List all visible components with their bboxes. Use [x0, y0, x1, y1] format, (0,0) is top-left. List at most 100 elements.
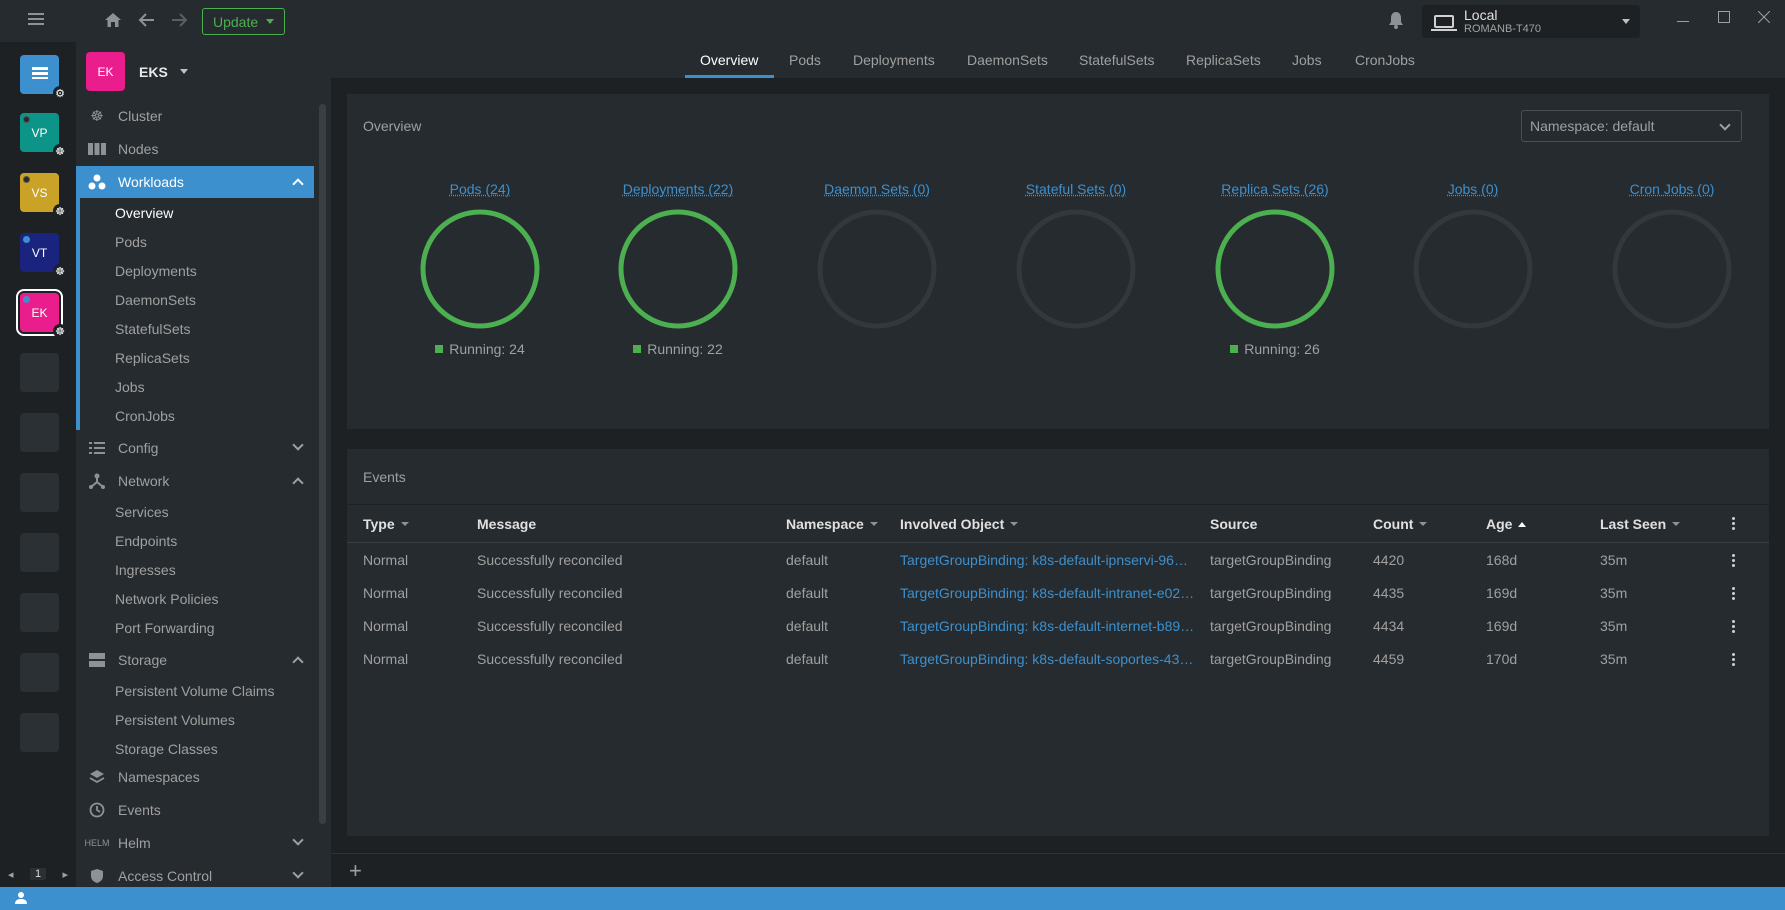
hotbar-empty-slot[interactable] [20, 533, 59, 572]
sidebar-subitem-network-policies[interactable]: Network Policies [76, 584, 314, 613]
sidebar-item-network[interactable]: Network [76, 465, 314, 497]
cell-object[interactable]: TargetGroupBinding: k8s-default-ipnservi… [900, 552, 1195, 568]
close-icon[interactable] [1757, 10, 1771, 28]
forward-arrow-icon[interactable] [170, 12, 188, 28]
bell-icon[interactable] [1388, 11, 1404, 32]
sidebar-subitem-replicasets[interactable]: ReplicaSets [76, 343, 314, 372]
column-namespace[interactable]: Namespace [786, 516, 878, 532]
table-row[interactable]: Normal Successfully reconciled default Targ… [347, 610, 1769, 643]
sidebar-item-config[interactable]: Config [76, 432, 314, 464]
column-involved-object[interactable]: Involved Object [900, 516, 1019, 532]
column-age[interactable]: Age [1486, 516, 1527, 532]
sidebar-subitem-daemonsets[interactable]: DaemonSets [76, 285, 314, 314]
cluster-header[interactable]: EK EKS [86, 52, 188, 91]
sidebar-scrollbar[interactable] [319, 104, 326, 824]
sidebar-item-storage[interactable]: Storage [76, 644, 314, 676]
sidebar-subitem-pods[interactable]: Pods [76, 227, 314, 256]
column-type[interactable]: Type [363, 516, 409, 532]
chevron-down-icon[interactable] [292, 867, 304, 879]
sidebar-subitem-services[interactable]: Services [76, 497, 314, 526]
table-row[interactable]: Normal Successfully reconciled default Targ… [347, 577, 1769, 610]
minimize-icon[interactable] [1677, 10, 1689, 28]
tab-overview[interactable]: Overview [700, 42, 758, 78]
hotbar-cluster-vp[interactable]: VP ☸ [20, 113, 67, 158]
row-menu-icon[interactable] [1731, 587, 1735, 600]
sidebar-subitem-cronjobs[interactable]: CronJobs [76, 401, 314, 430]
column-message[interactable]: Message [477, 516, 536, 532]
column-menu-icon[interactable] [1731, 517, 1735, 530]
tab-daemonsets[interactable]: DaemonSets [967, 42, 1048, 78]
sidebar-subitem-storage-classes[interactable]: Storage Classes [76, 734, 314, 763]
sidebar-item-events[interactable]: Events [76, 794, 314, 826]
sidebar-subitem-pv[interactable]: Persistent Volumes [76, 705, 314, 734]
tab-statefulsets[interactable]: StatefulSets [1079, 42, 1155, 78]
table-row[interactable]: Normal Successfully reconciled default Targ… [347, 544, 1769, 577]
menu-icon[interactable] [28, 12, 44, 26]
namespace-select[interactable]: Namespace: default [1521, 110, 1742, 142]
sidebar-subitem-statefulsets[interactable]: StatefulSets [76, 314, 314, 343]
hotbar-cluster-vt[interactable]: VT ☸ [20, 233, 67, 278]
chevron-right-icon[interactable]: ▸ [62, 868, 68, 881]
sidebar-subitem-pvc[interactable]: Persistent Volume Claims [76, 676, 314, 705]
maximize-icon[interactable] [1718, 10, 1730, 28]
chart-title-link[interactable]: Stateful Sets (0) [977, 181, 1175, 197]
tab-bar: Overview Pods Deployments DaemonSets Sta… [331, 42, 1785, 78]
hotbar-empty-slot[interactable] [20, 473, 59, 512]
chevron-left-icon[interactable]: ◂ [8, 868, 14, 881]
hotbar-catalog[interactable]: ⚙ [20, 55, 67, 100]
tab-jobs[interactable]: Jobs [1292, 42, 1322, 78]
chart-title-link[interactable]: Deployments (22) [579, 181, 777, 197]
sidebar-subitem-overview[interactable]: Overview [76, 198, 314, 227]
chevron-up-icon[interactable] [292, 178, 304, 190]
sidebar-subitem-jobs[interactable]: Jobs [76, 372, 314, 401]
cell-object[interactable]: TargetGroupBinding: k8s-default-internet… [900, 618, 1194, 634]
hotbar-cluster-ek[interactable]: EK ☸ [16, 289, 67, 338]
hotbar-empty-slot[interactable] [20, 593, 59, 632]
row-menu-icon[interactable] [1731, 653, 1735, 666]
hotbar-cluster-vs[interactable]: VS ☸ [20, 173, 67, 218]
row-menu-icon[interactable] [1731, 620, 1735, 633]
chevron-up-icon[interactable] [292, 656, 304, 668]
row-menu-icon[interactable] [1731, 554, 1735, 567]
tab-deployments[interactable]: Deployments [853, 42, 935, 78]
chevron-down-icon[interactable] [292, 439, 304, 451]
column-label: Count [1373, 516, 1414, 532]
sidebar-item-nodes[interactable]: Nodes [76, 133, 314, 165]
sidebar-subitem-ingresses[interactable]: Ingresses [76, 555, 314, 584]
sidebar-item-namespaces[interactable]: Namespaces [76, 761, 314, 793]
chevron-down-icon[interactable] [292, 834, 304, 846]
chart-title-link[interactable]: Replica Sets (26) [1176, 181, 1374, 197]
back-arrow-icon[interactable] [138, 12, 156, 28]
sidebar-item-workloads[interactable]: Workloads [76, 166, 314, 198]
cell-object[interactable]: TargetGroupBinding: k8s-default-intranet… [900, 585, 1194, 601]
context-selector[interactable]: Local ROMANB-T470 [1422, 5, 1640, 38]
hotbar-empty-slot[interactable] [20, 653, 59, 692]
hotbar-empty-slot[interactable] [20, 713, 59, 752]
sidebar-item-helm[interactable]: HELM Helm [76, 827, 314, 859]
update-button[interactable]: Update [202, 8, 286, 35]
chart-title-link[interactable]: Cron Jobs (0) [1573, 181, 1771, 197]
sidebar-item-cluster[interactable]: ☸ Cluster [76, 100, 314, 132]
chart-title-link[interactable]: Pods (24) [381, 181, 579, 197]
chevron-up-icon[interactable] [292, 477, 304, 489]
tab-pods[interactable]: Pods [789, 42, 821, 78]
sidebar-item-access-control[interactable]: Access Control [76, 860, 314, 887]
tab-replicasets[interactable]: ReplicaSets [1186, 42, 1261, 78]
sidebar-subitem-endpoints[interactable]: Endpoints [76, 526, 314, 555]
home-icon[interactable] [104, 11, 122, 29]
column-count[interactable]: Count [1373, 516, 1428, 532]
chart-title-link[interactable]: Daemon Sets (0) [778, 181, 976, 197]
column-last-seen[interactable]: Last Seen [1600, 516, 1681, 532]
chart-title-link[interactable]: Jobs (0) [1374, 181, 1572, 197]
legend-label: Running: 22 [647, 341, 723, 357]
user-icon[interactable] [14, 891, 28, 905]
hotbar-empty-slot[interactable] [20, 413, 59, 452]
table-row[interactable]: Normal Successfully reconciled default Targ… [347, 643, 1769, 676]
hotbar-empty-slot[interactable] [20, 353, 59, 392]
cell-object[interactable]: TargetGroupBinding: k8s-default-soportes… [900, 651, 1193, 667]
sidebar-subitem-deployments[interactable]: Deployments [76, 256, 314, 285]
add-tab-icon[interactable]: + [349, 858, 362, 884]
tab-cronjobs[interactable]: CronJobs [1355, 42, 1415, 78]
column-source[interactable]: Source [1210, 516, 1257, 532]
sidebar-subitem-port-forwarding[interactable]: Port Forwarding [76, 613, 314, 642]
